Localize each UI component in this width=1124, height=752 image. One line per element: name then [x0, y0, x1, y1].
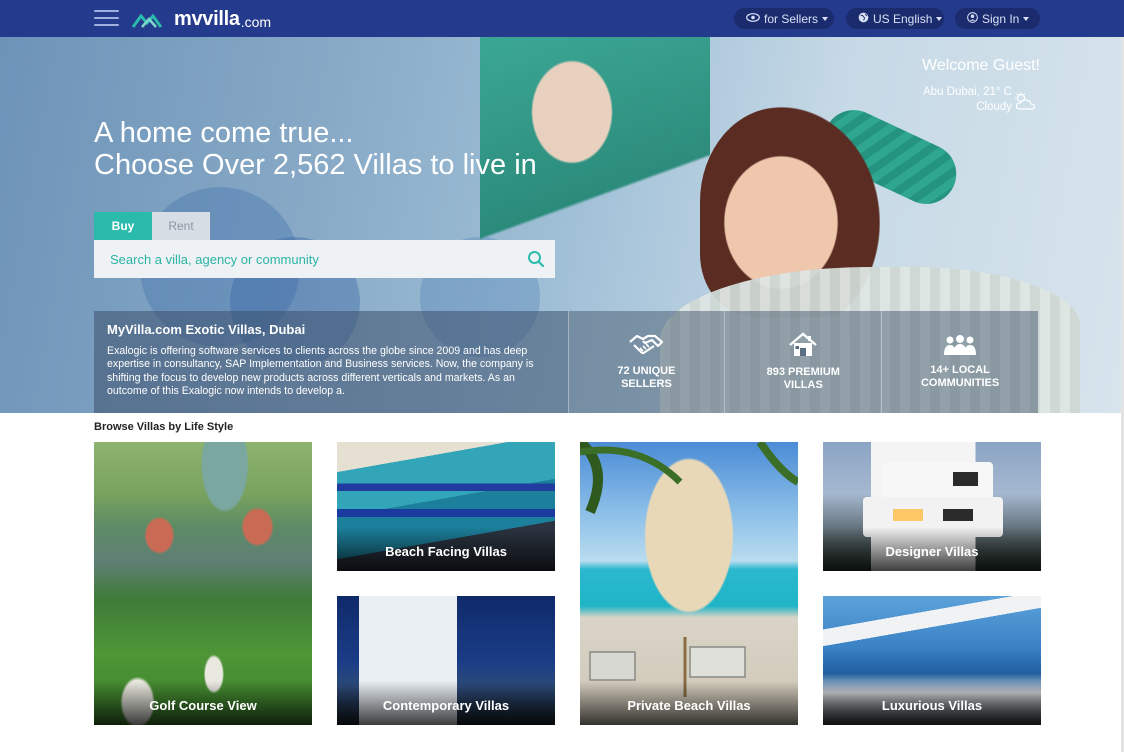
welcome-message: Welcome Guest!	[922, 57, 1040, 74]
lifestyle-tile-golf-course[interactable]: Golf Course View	[94, 442, 312, 725]
lifestyle-tile-beach-facing[interactable]: Beach Facing Villas	[337, 442, 555, 571]
hero-banner: Welcome Guest! Abu Dubai, 21° C Cloudy A…	[0, 37, 1124, 413]
tab-buy[interactable]: Buy	[94, 212, 152, 240]
lifestyle-tile-private-beach[interactable]: Private Beach Villas	[580, 442, 798, 725]
stat-sellers-line2: SELLERS	[621, 378, 672, 390]
about-title: MyVilla.com Exotic Villas, Dubai	[107, 322, 306, 337]
tile-label: Contemporary Villas	[337, 681, 555, 725]
search-input[interactable]	[94, 240, 517, 278]
lifestyle-tile-contemporary[interactable]: Contemporary Villas	[337, 596, 555, 725]
tile-label: Luxurious Villas	[823, 681, 1041, 725]
for-sellers-label: for Sellers	[764, 11, 819, 26]
menu-icon[interactable]	[94, 10, 119, 27]
site-logo[interactable]: mvvilla .com	[132, 8, 271, 31]
tile-label: Golf Course View	[94, 681, 312, 725]
stat-sellers: 72 UNIQUE SELLERS	[567, 311, 725, 413]
search-bar	[94, 240, 555, 278]
headline-line-1: A home come true...	[94, 117, 354, 149]
sign-in-label: Sign In	[982, 11, 1020, 26]
tile-label: Private Beach Villas	[580, 681, 798, 725]
top-navbar: mvvilla .com for Sellers US English Sign…	[0, 0, 1124, 37]
logo-mark-icon	[132, 13, 163, 28]
search-icon	[528, 251, 545, 268]
tile-label: Designer Villas	[823, 527, 1041, 571]
weather-location: Abu Dubai, 21° C	[923, 86, 1012, 98]
logo-text: mvvilla	[174, 8, 240, 30]
stat-sellers-line1: 72 UNIQUE	[617, 365, 676, 377]
about-text: Exalogic is offering software services t…	[107, 345, 534, 397]
cloud-sun-icon	[1012, 91, 1038, 116]
chevron-down-icon	[822, 16, 829, 21]
tab-rent[interactable]: Rent	[152, 212, 210, 240]
lifestyle-tile-luxurious[interactable]: Luxurious Villas	[823, 596, 1041, 725]
stat-villas-line1: 893 PREMIUM	[766, 366, 840, 378]
weather-condition: Cloudy	[976, 101, 1012, 113]
search-button[interactable]	[517, 240, 555, 278]
handshake-icon	[629, 334, 664, 355]
stat-villas-line2: VILLAS	[783, 379, 823, 391]
headline-line-2: Choose Over 2,562 Villas to live in	[94, 149, 537, 181]
browse-section-title: Browse Villas by Life Style	[94, 421, 234, 433]
house-icon	[789, 332, 818, 356]
stat-villas: 893 PREMIUM VILLAS	[724, 311, 882, 413]
info-band: MyVilla.com Exotic Villas, Dubai Exalogi…	[94, 311, 1038, 413]
eye-icon	[746, 12, 760, 25]
tile-label: Beach Facing Villas	[337, 527, 555, 571]
chevron-down-icon	[1023, 16, 1030, 21]
hero-headline: A home come true... Choose Over 2,562 Vi…	[94, 117, 537, 181]
people-icon	[944, 335, 977, 355]
about-panel: MyVilla.com Exotic Villas, Dubai Exalogi…	[94, 311, 568, 413]
stat-communities: 14+ LOCAL COMMUNITIES	[881, 311, 1038, 413]
lifestyle-tile-designer[interactable]: Designer Villas	[823, 442, 1041, 571]
logo-tld: .com	[240, 13, 272, 30]
palm-tree-image	[580, 442, 798, 515]
globe-icon	[858, 12, 869, 26]
stat-communities-line1: 14+ LOCAL	[930, 364, 990, 376]
stat-communities-line2: COMMUNITIES	[920, 377, 1000, 389]
language-dropdown[interactable]: US English	[846, 8, 944, 29]
user-icon	[967, 11, 978, 26]
for-sellers-dropdown[interactable]: for Sellers	[734, 8, 834, 29]
search-tabs: Buy Rent	[94, 212, 210, 240]
language-label: US English	[873, 11, 933, 26]
chevron-down-icon	[936, 16, 943, 21]
sign-in-dropdown[interactable]: Sign In	[955, 8, 1040, 29]
